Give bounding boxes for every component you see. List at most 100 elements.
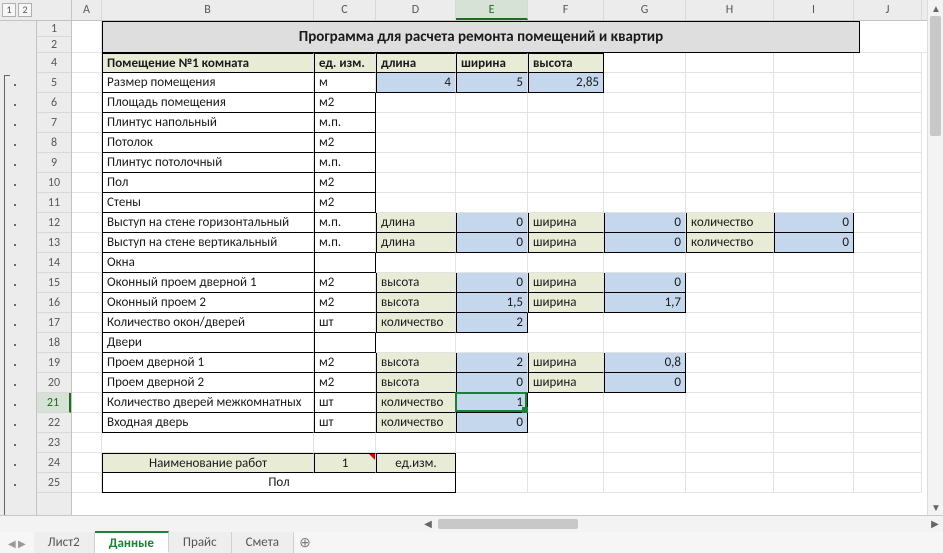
cell-B18[interactable]: Двери — [102, 333, 314, 353]
hscroll-left-button[interactable]: ◀ — [420, 516, 436, 532]
row-header-18[interactable]: 18 — [37, 333, 71, 353]
cell-C-10[interactable]: м2 — [314, 173, 376, 193]
col-header-F[interactable]: F — [528, 0, 604, 20]
cell-D19[interactable]: высота — [376, 353, 456, 373]
cell-E16[interactable]: 1,5 — [456, 293, 528, 313]
col-header-A[interactable]: A — [72, 0, 102, 20]
cell-B20[interactable]: Проем дверной 2 — [102, 373, 314, 393]
cell-B-11[interactable]: Стены — [102, 193, 314, 213]
row-header-23[interactable]: 23 — [37, 433, 71, 453]
cell-B13[interactable]: Выступ на стене вертикальный — [102, 233, 314, 253]
cell-C-11[interactable]: м2 — [314, 193, 376, 213]
cell-B-6[interactable]: Площадь помещения — [102, 93, 314, 113]
cell-B-8[interactable]: Потолок — [102, 133, 314, 153]
cell-E4[interactable]: ширина — [456, 53, 528, 73]
cell-C20[interactable]: м2 — [314, 373, 376, 393]
row-header-21[interactable]: 21 — [37, 393, 71, 413]
cell-B19[interactable]: Проем дверной 1 — [102, 353, 314, 373]
cell-G20[interactable]: 0 — [604, 373, 686, 393]
row-header-12[interactable]: 12 — [37, 213, 71, 233]
vscroll-track[interactable] — [928, 16, 943, 499]
cell-B22[interactable]: Входная дверь — [102, 413, 314, 433]
cell-D20[interactable]: высота — [376, 373, 456, 393]
sheet-tab-Данные[interactable]: Данные — [95, 531, 169, 553]
cell-G15[interactable]: 0 — [604, 273, 686, 293]
col-header-D[interactable]: D — [376, 0, 456, 20]
cell-G16[interactable]: 1,7 — [604, 293, 686, 313]
cell-C-8[interactable]: м2 — [314, 133, 376, 153]
cell-B24[interactable]: Наименование работ — [102, 453, 314, 473]
cell-D15[interactable]: высота — [376, 273, 456, 293]
cell-D24[interactable]: ед.изм. — [376, 453, 456, 473]
vertical-scrollbar[interactable]: ▲ ▼ — [927, 0, 943, 515]
hscroll-thumb[interactable] — [438, 519, 578, 529]
row-header-8[interactable]: 8 — [37, 133, 71, 153]
cell-F4[interactable]: высота — [528, 53, 604, 73]
col-header-E[interactable]: E — [456, 0, 528, 20]
col-header-B[interactable]: B — [102, 0, 314, 20]
row-header-11[interactable]: 11 — [37, 193, 71, 213]
cell-B12[interactable]: Выступ на стене горизонтальный — [102, 213, 314, 233]
scroll-up-button[interactable]: ▲ — [928, 0, 943, 16]
scroll-down-button[interactable]: ▼ — [928, 499, 943, 515]
row-header-7[interactable]: 7 — [37, 113, 71, 133]
col-header-G[interactable]: G — [604, 0, 686, 20]
hscroll-track[interactable] — [438, 518, 925, 530]
cell-I12[interactable]: 0 — [774, 213, 854, 233]
cell-B-10[interactable]: Пол — [102, 173, 314, 193]
cell-B-9[interactable]: Плинтус потолочный — [102, 153, 314, 173]
cell-C17[interactable]: шт — [314, 313, 376, 333]
cell-D4[interactable]: длина — [376, 53, 456, 73]
cell-E17[interactable]: 2 — [456, 313, 528, 333]
cell-B15[interactable]: Оконный проем дверной 1 — [102, 273, 314, 293]
cell-E21[interactable]: 1 — [456, 393, 528, 413]
cell-B14[interactable]: Окна — [102, 253, 314, 273]
cell-E20[interactable]: 0 — [456, 373, 528, 393]
cell-C-7[interactable]: м.п. — [314, 113, 376, 133]
cell-C19[interactable]: м2 — [314, 353, 376, 373]
col-outline-level-2[interactable]: 2 — [18, 3, 32, 17]
cell-C-5[interactable]: м — [314, 73, 376, 93]
row-header-6[interactable]: 6 — [37, 93, 71, 113]
horizontal-scrollbar[interactable]: ◀ ▶ — [0, 516, 943, 532]
outline-bracket[interactable] — [4, 75, 5, 515]
cell-B17[interactable]: Количество окон/дверей — [102, 313, 314, 333]
cell-H13[interactable]: количество — [686, 233, 774, 253]
cell-B-7[interactable]: Плинтус напольный — [102, 113, 314, 133]
row-header-13[interactable]: 13 — [37, 233, 71, 253]
row-header-4[interactable]: 4 — [37, 53, 71, 73]
cell-D21[interactable]: количество — [376, 393, 456, 413]
row-header-20[interactable]: 20 — [37, 373, 71, 393]
col-header-H[interactable]: H — [686, 0, 774, 20]
cell-D-5[interactable]: 4 — [376, 73, 456, 93]
cell-A4[interactable] — [72, 53, 102, 73]
cell-C24[interactable]: 1 — [314, 453, 376, 473]
row-header-22[interactable]: 22 — [37, 413, 71, 433]
cell-G12[interactable]: 0 — [604, 213, 686, 233]
cell-C-9[interactable]: м.п. — [314, 153, 376, 173]
cell-C22[interactable]: шт — [314, 413, 376, 433]
col-header-J[interactable]: J — [854, 0, 922, 20]
cell-D12[interactable]: длина — [376, 213, 456, 233]
cell-D17[interactable]: количество — [376, 313, 456, 333]
cell-F12[interactable]: ширина — [528, 213, 604, 233]
cell-C14[interactable] — [314, 253, 376, 273]
cell-G13[interactable]: 0 — [604, 233, 686, 253]
cell-B21[interactable]: Количество дверей межкомнатных — [102, 393, 314, 413]
sheet-tab-Прайс[interactable]: Прайс — [169, 532, 232, 553]
row-header-17[interactable]: 17 — [37, 313, 71, 333]
cell-C16[interactable]: м2 — [314, 293, 376, 313]
cell-D22[interactable]: количество — [376, 413, 456, 433]
cell-B4[interactable]: Помещение №1 комната — [102, 53, 314, 73]
col-header-C[interactable]: C — [314, 0, 376, 20]
sheet-tab-Лист2[interactable]: Лист2 — [34, 532, 95, 553]
col-header-I[interactable]: I — [774, 0, 854, 20]
col-outline-level-1[interactable]: 1 — [2, 3, 16, 17]
cell-F-5[interactable]: 2,85 — [528, 73, 604, 93]
row-header-5[interactable]: 5 — [37, 73, 71, 93]
cell-C12[interactable]: м.п. — [314, 213, 376, 233]
row-header-15[interactable]: 15 — [37, 273, 71, 293]
cell-I13[interactable]: 0 — [774, 233, 854, 253]
cell-F13[interactable]: ширина — [528, 233, 604, 253]
cell-F20[interactable]: ширина — [528, 373, 604, 393]
